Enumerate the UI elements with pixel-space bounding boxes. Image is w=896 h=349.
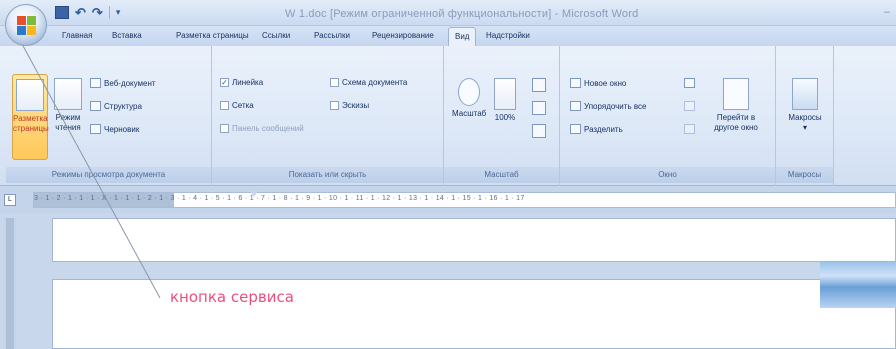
office-logo-icon — [17, 16, 37, 36]
callout-line — [21, 43, 161, 299]
annotation-label: кнопка сервиса — [170, 288, 294, 306]
office-button[interactable] — [5, 4, 47, 46]
